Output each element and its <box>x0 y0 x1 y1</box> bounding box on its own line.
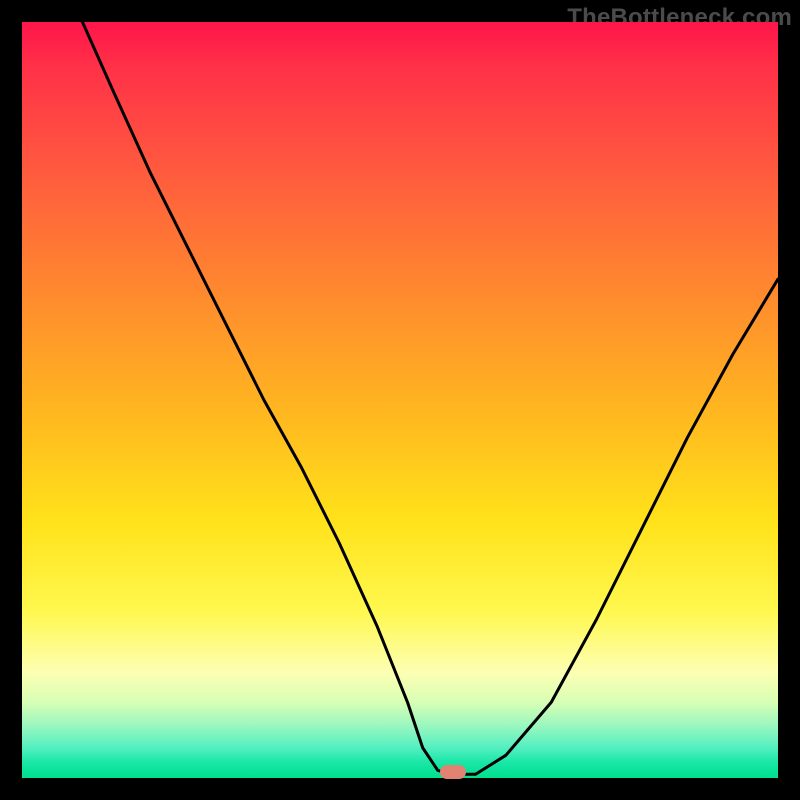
curve-path <box>82 22 778 774</box>
valley-marker <box>440 765 466 779</box>
chart-frame: TheBottleneck.com <box>0 0 800 800</box>
bottleneck-curve <box>22 22 778 778</box>
plot-area <box>22 22 778 778</box>
